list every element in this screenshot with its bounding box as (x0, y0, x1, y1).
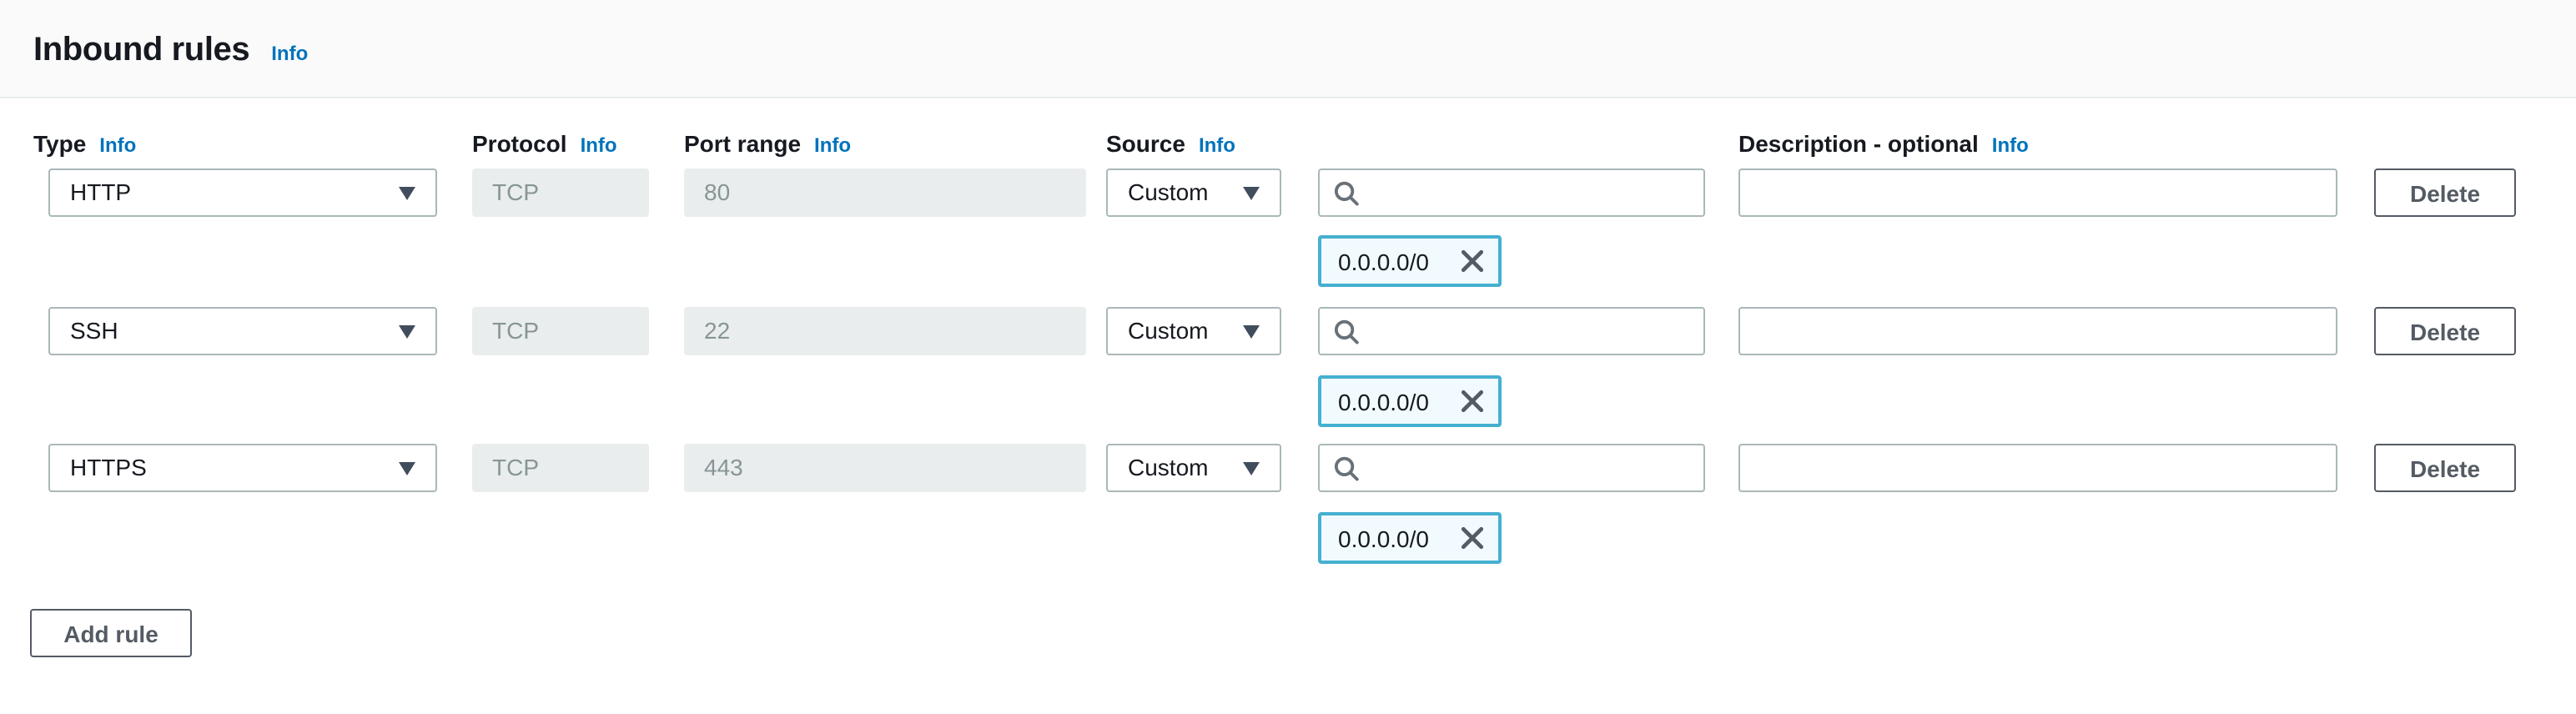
protocol-field: TCP (472, 168, 649, 217)
port-range-field: 443 (684, 444, 1086, 492)
source-chip-value: 0.0.0.0/0 (1338, 525, 1458, 551)
source-search-input[interactable] (1318, 168, 1705, 217)
source-search-field[interactable] (1370, 455, 1703, 481)
close-icon (1459, 249, 1484, 274)
source-search-input[interactable] (1318, 444, 1705, 492)
protocol-info-link[interactable]: Info (581, 133, 617, 157)
panel-header: Inbound rules Info (0, 0, 2576, 98)
source-search-field[interactable] (1370, 179, 1703, 206)
type-select[interactable]: HTTP (48, 168, 437, 217)
source-search-input[interactable] (1318, 307, 1705, 355)
inbound-rules-panel: Inbound rules Info Type Info Protocol In… (0, 0, 2576, 714)
source-search-field[interactable] (1370, 318, 1703, 344)
column-header-port-range: Port range Info (684, 130, 851, 157)
chevron-down-icon (1243, 325, 1260, 339)
chevron-down-icon (1243, 462, 1260, 475)
source-mode-value: Custom (1128, 317, 1208, 344)
search-icon (1333, 178, 1360, 208)
rule-row: HTTPS TCP 443 Custom Delete (0, 444, 2576, 492)
source-mode-select[interactable]: Custom (1106, 168, 1281, 217)
source-mode-select[interactable]: Custom (1106, 307, 1281, 355)
source-chip-row: 0.0.0.0/0 (0, 512, 2576, 561)
source-mode-select[interactable]: Custom (1106, 444, 1281, 492)
source-chip: 0.0.0.0/0 (1318, 375, 1502, 427)
port-range-field: 80 (684, 168, 1086, 217)
chevron-down-icon (1243, 187, 1260, 200)
column-headers: Type Info Protocol Info Port range Info … (0, 130, 2576, 157)
port-range-info-link[interactable]: Info (814, 133, 851, 157)
type-select[interactable]: SSH (48, 307, 437, 355)
source-mode-value: Custom (1128, 454, 1208, 480)
remove-source-button[interactable] (1458, 388, 1485, 415)
source-chip: 0.0.0.0/0 (1318, 235, 1502, 287)
source-chip-value: 0.0.0.0/0 (1338, 248, 1458, 274)
chevron-down-icon (399, 325, 415, 339)
title-info-link[interactable]: Info (271, 42, 308, 65)
page-title: Inbound rules (33, 32, 249, 70)
type-select[interactable]: HTTPS (48, 444, 437, 492)
type-select-value: HTTP (70, 178, 131, 205)
delete-button[interactable]: Delete (2374, 168, 2516, 217)
remove-source-button[interactable] (1458, 525, 1485, 551)
delete-button[interactable]: Delete (2374, 444, 2516, 492)
close-icon (1459, 389, 1484, 414)
chevron-down-icon (399, 462, 415, 475)
description-info-link[interactable]: Info (1992, 133, 2029, 157)
type-select-value: HTTPS (70, 454, 147, 480)
rule-row: SSH TCP 22 Custom Delete (0, 307, 2576, 355)
type-info-link[interactable]: Info (99, 133, 136, 157)
column-header-type: Type Info (33, 130, 136, 157)
close-icon (1459, 525, 1484, 551)
column-header-protocol: Protocol Info (472, 130, 617, 157)
source-mode-value: Custom (1128, 178, 1208, 205)
column-header-source: Source Info (1106, 130, 1235, 157)
chevron-down-icon (399, 187, 415, 200)
source-chip-value: 0.0.0.0/0 (1338, 388, 1458, 415)
source-chip-row: 0.0.0.0/0 (0, 375, 2576, 424)
source-chip: 0.0.0.0/0 (1318, 512, 1502, 564)
type-select-value: SSH (70, 317, 118, 344)
description-input[interactable] (1738, 307, 2337, 355)
search-icon (1333, 316, 1360, 346)
add-rule-button[interactable]: Add rule (30, 609, 192, 657)
source-info-link[interactable]: Info (1199, 133, 1235, 157)
rule-row: HTTP TCP 80 Custom Delete (0, 168, 2576, 217)
port-range-field: 22 (684, 307, 1086, 355)
column-header-description: Description - optional Info (1738, 130, 2029, 157)
delete-button[interactable]: Delete (2374, 307, 2516, 355)
source-chip-row: 0.0.0.0/0 (0, 235, 2576, 284)
protocol-field: TCP (472, 307, 649, 355)
description-input[interactable] (1738, 444, 2337, 492)
remove-source-button[interactable] (1458, 248, 1485, 274)
protocol-field: TCP (472, 444, 649, 492)
description-input[interactable] (1738, 168, 2337, 217)
search-icon (1333, 453, 1360, 483)
